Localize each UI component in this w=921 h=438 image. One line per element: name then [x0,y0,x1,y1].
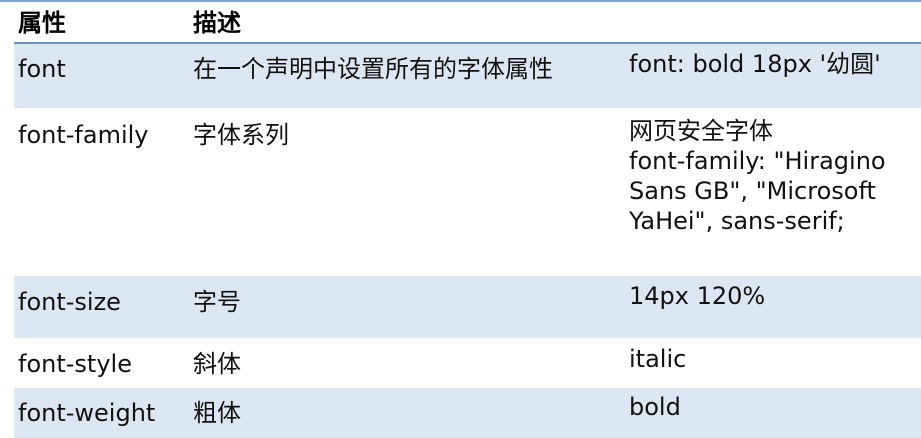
table-row: font-weight 粗体 bold [14,388,921,438]
description-cell: 在一个声明中设置所有的字体属性 [193,55,553,83]
property-cell: font-style [18,350,132,378]
header-description: 描述 [193,9,241,37]
properties-table: 属性 描述 font 在一个声明中设置所有的字体属性 font: bold 18… [0,0,921,438]
table-row: font-size 字号 14px 120% [14,276,921,338]
example-cell: font: bold 18px '幼圆' [629,50,881,78]
table-row: font-style 斜体 italic [14,338,921,388]
example-cell: 网页安全字体 font-family: "Hiragino Sans GB", … [629,117,886,235]
table-header: 属性 描述 [14,2,921,42]
description-cell: 字体系列 [193,121,289,149]
table-row: font 在一个声明中设置所有的字体属性 font: bold 18px '幼圆… [14,44,921,108]
property-cell: font-weight [18,399,156,427]
description-cell: 字号 [193,288,241,316]
example-cell: italic [629,345,687,373]
property-cell: font-size [18,288,121,316]
example-cell: bold [629,393,681,421]
table-row: font-family 字体系列 网页安全字体 font-family: "Hi… [14,108,921,276]
description-cell: 粗体 [193,399,241,427]
header-property: 属性 [18,9,66,37]
description-cell: 斜体 [193,350,241,378]
property-cell: font-family [18,121,149,149]
example-cell: 14px 120% [629,282,766,310]
property-cell: font [18,55,66,83]
